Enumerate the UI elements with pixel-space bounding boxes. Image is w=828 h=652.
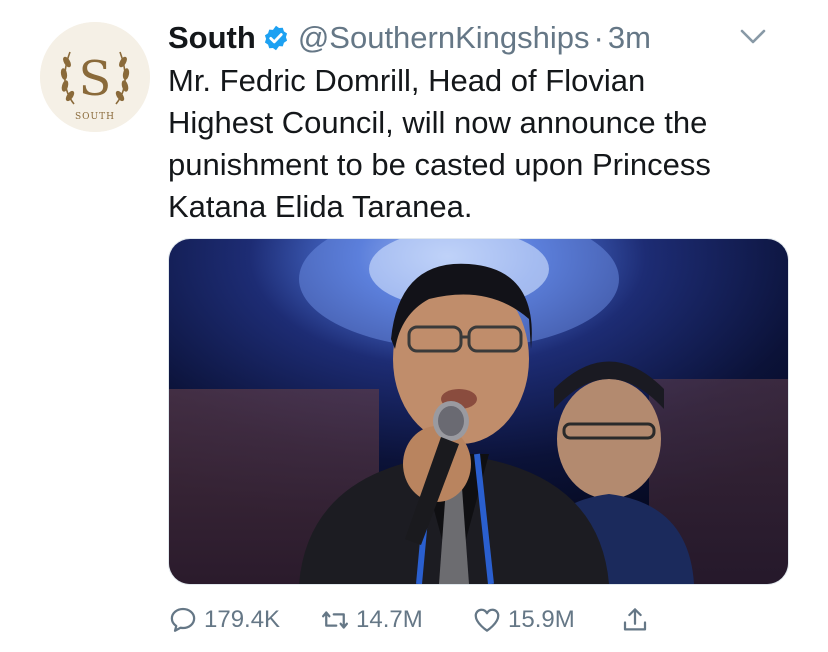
avatar[interactable]: S SOUTH <box>40 22 150 132</box>
reply-icon <box>170 607 196 632</box>
verified-badge-icon <box>262 24 290 52</box>
avatar-logo: S SOUTH <box>40 22 150 132</box>
retweet-button[interactable]: 14.7M <box>320 605 472 635</box>
tweet-actions: 179.4K 14.7M 15.9M <box>168 600 788 640</box>
share-icon <box>623 608 647 631</box>
like-count: 15.9M <box>508 606 575 633</box>
handle[interactable]: @SouthernKingships <box>298 20 590 56</box>
tweet-header: South @SouthernKingships · 3m <box>168 20 651 56</box>
avatar-letter: S <box>79 51 112 107</box>
tweet-image[interactable] <box>168 238 789 585</box>
chevron-down-icon[interactable] <box>740 28 766 46</box>
share-button[interactable] <box>620 605 660 635</box>
separator-dot: · <box>593 20 604 55</box>
timestamp[interactable]: 3m <box>608 20 651 56</box>
retweet-count: 14.7M <box>356 606 423 633</box>
reply-button[interactable]: 179.4K <box>168 605 320 635</box>
reply-count: 179.4K <box>204 606 281 633</box>
avatar-label: SOUTH <box>75 112 115 122</box>
retweet-icon <box>322 611 348 629</box>
display-name[interactable]: South <box>168 20 256 56</box>
tweet-text: Mr. Fedric Domrill, Head of Flovian High… <box>168 63 711 224</box>
heart-icon <box>474 608 500 632</box>
like-button[interactable]: 15.9M <box>472 605 620 635</box>
